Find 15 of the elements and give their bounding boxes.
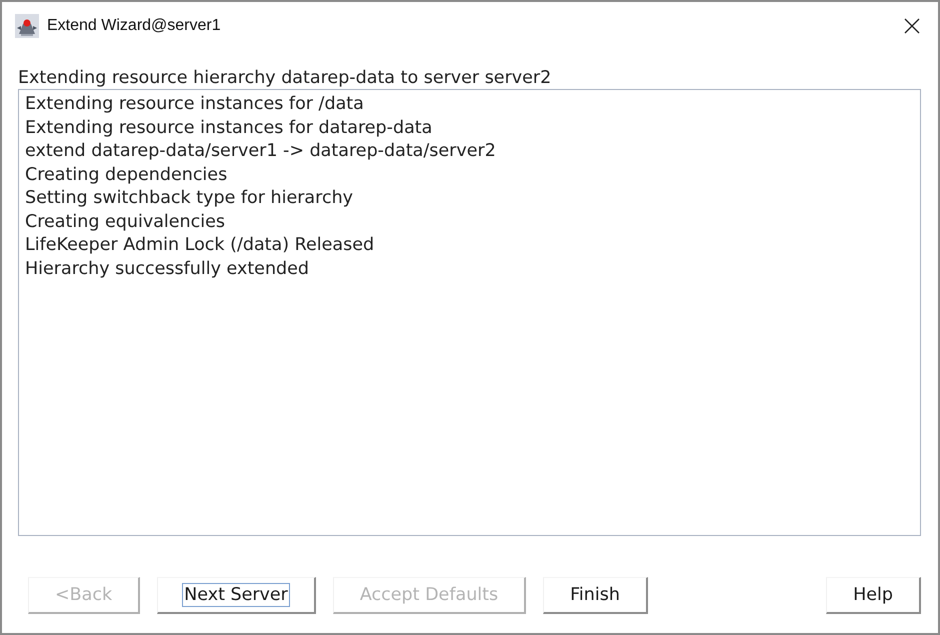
log-line: Creating equivalencies xyxy=(25,210,226,234)
log-line: Hierarchy successfully extended xyxy=(25,258,310,280)
log-line: Extending resource instances for /data xyxy=(25,93,364,116)
wizard-button[interactable]: Finish xyxy=(543,577,648,614)
log-line: Creating dependencies xyxy=(25,164,228,186)
log-line: LifeKeeper Admin Lock (/data) Released xyxy=(25,234,374,257)
log-line: extend datarep-data/server1 -> datarep-data/server2 xyxy=(25,140,496,163)
close-icon[interactable] xyxy=(904,18,920,34)
wizard-button[interactable]: Next Server xyxy=(157,577,316,614)
window-title: Extend Wizard@server1 xyxy=(47,17,221,35)
wizard-button[interactable]: Help xyxy=(826,577,921,614)
log-line: Extending resource instances for datarep-data xyxy=(25,116,432,140)
status-heading: Extending resource hierarchy datarep-data to server server2 xyxy=(18,67,552,89)
app-icon xyxy=(15,14,39,38)
log-line: Setting switchback type for hierarchy xyxy=(25,187,354,210)
